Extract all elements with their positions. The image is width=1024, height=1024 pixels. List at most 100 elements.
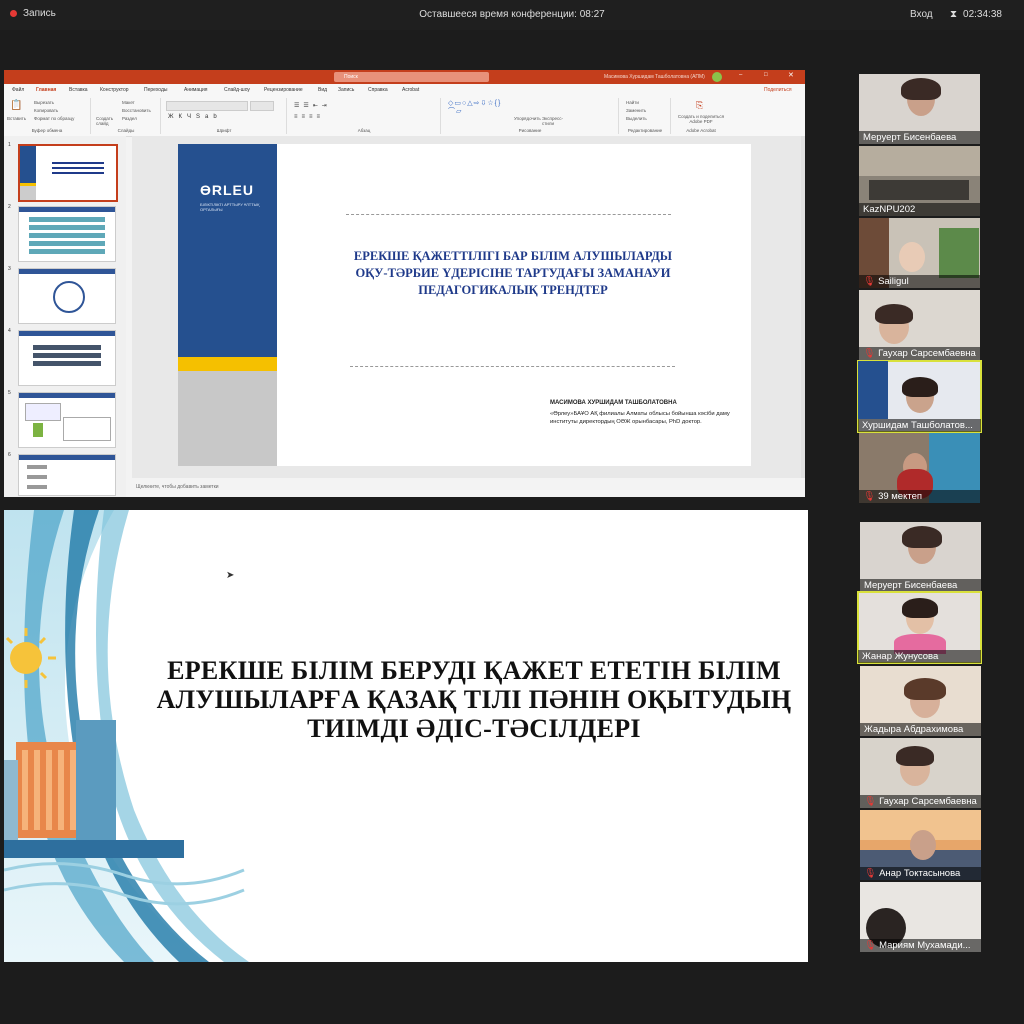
participant-name: 🎙 Гаухар Сарсембаевна bbox=[860, 795, 981, 808]
font-size-select[interactable] bbox=[250, 101, 274, 111]
copy-button[interactable]: Копировать bbox=[34, 108, 58, 113]
slide-number: 2 bbox=[8, 204, 11, 210]
ribbon-group-clipboard: 📋 Вставить Вырезать Копировать Формат по… bbox=[4, 98, 91, 134]
slide-number: 5 bbox=[8, 390, 11, 396]
menu-item[interactable]: Конструктор bbox=[100, 87, 129, 93]
menu-item[interactable]: Слайд-шоу bbox=[224, 87, 250, 93]
ribbon-group-label: Редактирование bbox=[627, 128, 663, 133]
ppt-ribbon: 📋 Вставить Вырезать Копировать Формат по… bbox=[4, 96, 805, 137]
shared-screen-presentation: ЕРЕКШЕ БІЛІМ БЕРУДІ ҚАЖЕТ ЕТЕТІН БІЛІМ А… bbox=[4, 510, 808, 962]
orleu-logo-subtitle: БІЛІКТІЛІКТІ АРТТЫРУ ҰЛТТЫҚ ОРТАЛЫҒЫ bbox=[200, 202, 260, 212]
elapsed-clock: ⧗ 02:34:38 bbox=[950, 9, 1002, 20]
create-pdf-button[interactable]: Создать и поделиться Adobe PDF bbox=[674, 114, 728, 124]
paste-button[interactable]: Вставить bbox=[7, 116, 26, 121]
ribbon-group-paragraph: ☰☰⇤⇥ ≡≡≡≡ Абзац bbox=[288, 98, 441, 134]
orleu-logo: ƟRLEU bbox=[200, 182, 254, 198]
ribbon-group-label: Рисование bbox=[518, 128, 542, 133]
participant-tile[interactable]: 🎙 Гаухар Сарсембаевна bbox=[859, 290, 980, 360]
divider bbox=[350, 366, 675, 367]
participant-tile[interactable]: 🎙 Гаухар Сарсембаевна bbox=[860, 738, 981, 808]
participant-tile[interactable]: 🎙 39 мектеп bbox=[859, 433, 980, 503]
minimize-icon[interactable]: – bbox=[739, 72, 742, 78]
mic-muted-icon: 🎙 bbox=[863, 276, 876, 287]
slide-number: 6 bbox=[8, 452, 11, 458]
slide-number: 3 bbox=[8, 266, 11, 272]
login-button[interactable]: Вход bbox=[910, 9, 933, 20]
quick-styles-button[interactable]: Экспресс-стили bbox=[542, 116, 572, 126]
slide-thumbnail[interactable] bbox=[18, 268, 116, 324]
participant-name: 🎙 Мариям Мухамади... bbox=[860, 939, 981, 952]
slide-blue-band bbox=[178, 144, 277, 357]
vertical-scrollbar[interactable] bbox=[801, 136, 805, 482]
participant-tile[interactable]: KazNPU202 bbox=[859, 146, 980, 216]
ppt-search-box[interactable]: Поиск bbox=[334, 72, 489, 82]
share-button[interactable]: Поделиться bbox=[764, 87, 792, 93]
participant-name: KazNPU202 bbox=[859, 203, 980, 216]
mouse-cursor-icon: ➤ bbox=[226, 570, 235, 581]
menu-item[interactable]: Анимация bbox=[184, 87, 207, 93]
menu-item[interactable]: Вставка bbox=[69, 87, 88, 93]
replace-button[interactable]: Заменить bbox=[626, 108, 646, 113]
mic-muted-icon: 🎙 bbox=[864, 868, 877, 879]
mic-muted-icon: 🎙 bbox=[863, 491, 876, 502]
participant-name: 🎙 Анар Токтасынова bbox=[860, 867, 981, 880]
participant-tile-active-speaker[interactable]: Хуршидам Ташболатов... bbox=[857, 360, 982, 433]
find-button[interactable]: Найти bbox=[626, 100, 639, 105]
participant-name: 🎙 Sailigul bbox=[859, 275, 980, 288]
section-button[interactable]: Раздел bbox=[122, 116, 137, 121]
participant-tile[interactable]: 🎙 Мариям Мухамади... bbox=[860, 882, 981, 952]
participant-tile[interactable]: 🎙 Анар Токтасынова bbox=[860, 810, 981, 880]
avatar[interactable] bbox=[712, 72, 722, 82]
menu-item[interactable]: Рецензирование bbox=[264, 87, 303, 93]
slide-thumbnail[interactable] bbox=[18, 144, 118, 202]
format-painter-button[interactable]: Формат по образцу bbox=[34, 116, 74, 121]
participant-tile-active-speaker[interactable]: Жанар Жунусова bbox=[857, 591, 982, 664]
notes-pane[interactable]: Щелкните, чтобы добавить заметки bbox=[132, 478, 805, 497]
ribbon-group-label: Буфер обмена bbox=[31, 128, 63, 133]
select-button[interactable]: Выделить bbox=[626, 116, 647, 121]
cut-button[interactable]: Вырезать bbox=[34, 100, 54, 105]
slide-thumbnail[interactable] bbox=[18, 392, 116, 448]
ribbon-group-acrobat: ⎘ Создать и поделиться Adobe PDF Adobe A… bbox=[672, 98, 730, 134]
participant-tile[interactable]: Жадыра Абдрахимова bbox=[860, 666, 981, 736]
ppt-menu-bar: Файл Главная Вставка Конструктор Переход… bbox=[4, 84, 805, 96]
participant-name: Меруерт Бисенбаева bbox=[860, 579, 981, 592]
arrange-button[interactable]: Упорядочить bbox=[514, 116, 541, 121]
ribbon-group-label: Adobe Acrobat bbox=[686, 128, 716, 133]
mic-muted-icon: 🎙 bbox=[863, 348, 876, 359]
remaining-time: Оставшееся время конференции: 08:27 bbox=[419, 9, 605, 20]
font-style-icons[interactable]: ЖКЧSab bbox=[168, 114, 222, 120]
slide-affiliation: «Өрлеу»БАҰО АҚ филиалы Алматы облысы бой… bbox=[550, 411, 730, 425]
slide-author: МАСИМОВА ХУРШИДАМ ТАШБОЛАТОВНА bbox=[550, 400, 677, 406]
participant-tile[interactable]: Меруерт Бисенбаева bbox=[860, 522, 981, 592]
slide-thumbnail[interactable] bbox=[18, 454, 116, 496]
menu-item[interactable]: Справка bbox=[368, 87, 388, 93]
ribbon-group-slides: Создать слайд Макет Восстановить Раздел … bbox=[92, 98, 161, 134]
close-icon[interactable]: ✕ bbox=[788, 71, 794, 79]
layout-button[interactable]: Макет bbox=[122, 100, 135, 105]
maximize-icon[interactable]: □ bbox=[764, 72, 768, 78]
ribbon-group-editing: Найти Заменить Выделить Редактирование bbox=[620, 98, 671, 134]
list-icons[interactable]: ☰☰⇤⇥ bbox=[294, 102, 331, 109]
ribbon-group-drawing: ◇▭○△⇨⇩☆{}⌒▱ Упорядочить Экспресс-стили Р… bbox=[442, 98, 619, 134]
slide-thumbnail[interactable] bbox=[18, 206, 116, 262]
hourglass-icon: ⧗ bbox=[950, 9, 958, 20]
participant-tile[interactable]: 🎙 Sailigul bbox=[859, 218, 980, 288]
new-slide-button[interactable]: Создать слайд bbox=[96, 116, 116, 126]
slide-grey-band bbox=[178, 371, 277, 466]
align-icons[interactable]: ≡≡≡≡ bbox=[294, 114, 324, 120]
slide-thumbnail[interactable] bbox=[18, 330, 116, 386]
menu-item[interactable]: Переходы bbox=[144, 87, 167, 93]
menu-item[interactable]: Главная bbox=[36, 87, 56, 93]
slide-thumbnails-pane: 1 2 3 4 5 6 bbox=[4, 136, 126, 497]
menu-item[interactable]: Вид bbox=[318, 87, 327, 93]
font-name-select[interactable] bbox=[166, 101, 248, 111]
menu-item[interactable]: Acrobat bbox=[402, 87, 419, 93]
menu-item[interactable]: Файл bbox=[12, 87, 24, 93]
participant-tile[interactable]: Меруерт Бисенбаева bbox=[859, 74, 980, 144]
shapes-gallery-icon[interactable]: ◇▭○△⇨⇩☆{}⌒▱ bbox=[448, 100, 500, 116]
participant-name: Хуршидам Ташболатов... bbox=[858, 419, 981, 432]
reset-button[interactable]: Восстановить bbox=[122, 108, 151, 113]
current-slide[interactable]: ƟRLEU БІЛІКТІЛІКТІ АРТТЫРУ ҰЛТТЫҚ ОРТАЛЫ… bbox=[178, 144, 751, 466]
menu-item[interactable]: Запись bbox=[338, 87, 354, 93]
